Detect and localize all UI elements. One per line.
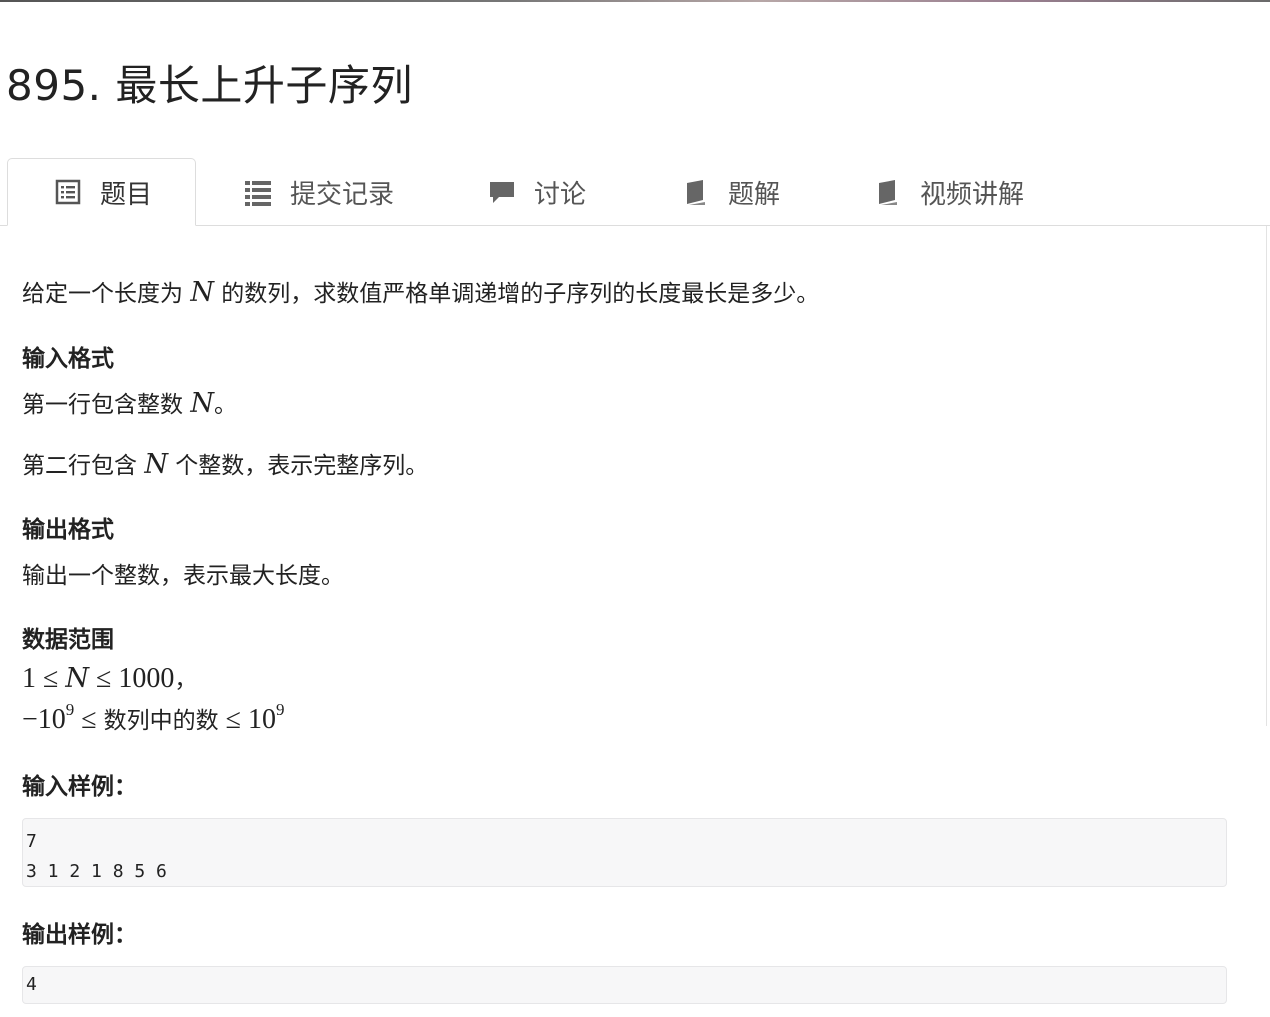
math-number: −10 [22,704,66,735]
math-exponent: 9 [276,700,285,719]
output-format-heading: 输出格式 [22,517,114,543]
input-format-line2: 第二行包含 N 个整数，表示完整序列。 [22,446,428,480]
code-line: 3 1 2 1 8 5 6 [26,861,167,882]
math-leq: ≤ [96,663,112,694]
output-format-text: 输出一个整数，表示最大长度。 [22,563,344,589]
math-number: 1 [22,663,36,694]
problem-description: 给定一个长度为 N 的数列，求数值严格单调递增的子序列的长度最长是多少。 [22,274,819,308]
page-title: 895. 最长上升子序列 [6,61,413,110]
tab-discussion[interactable]: 讨论 [488,158,586,226]
list-icon [244,178,272,206]
sample-output-heading: 输出样例： [22,922,137,948]
text: 第一行包含整数 [22,392,191,418]
description-text: 的数列，求数值严格单调递增的子序列的长度最长是多少。 [213,281,820,307]
input-format-line1: 第一行包含整数 N。 [22,385,237,419]
math-leq: ≤ [225,704,242,735]
math-text: 数列中的数 [103,708,219,733]
document-list-icon [54,178,82,206]
math-var-n: N [65,663,89,694]
tab-video[interactable]: 视频讲解 [874,158,1024,226]
code-line: 7 [26,831,37,852]
sample-output-block[interactable]: 4 [22,966,1227,1004]
sample-input-block[interactable]: 7 3 1 2 1 8 5 6 [22,818,1227,887]
tab-label: 讨论 [534,179,587,210]
text: 。 [213,392,237,418]
math-number: 10 [248,704,277,735]
data-range-heading: 数据范围 [22,627,114,653]
text: 第二行包含 [22,453,145,479]
top-gradient-bar [0,0,1270,2]
math-comma: ， [174,667,198,692]
math-leq: ≤ [81,704,97,735]
book-icon [682,178,710,206]
tab-problem[interactable]: 题目 [7,158,196,226]
tab-bar: 题目 提交记录 讨论 题解 视频讲解 [0,158,1270,226]
input-format-heading: 输入格式 [22,346,114,372]
tab-label: 题目 [100,179,153,210]
tab-submissions[interactable]: 提交记录 [244,158,394,226]
tab-label: 提交记录 [290,179,395,210]
comment-icon [488,178,516,206]
data-range-row2: −109 ≤ 数列中的数 ≤ 109 [22,700,285,736]
tab-solutions[interactable]: 题解 [682,158,780,226]
math-var-n: N [190,277,214,308]
math-number: 1000 [118,663,175,694]
book-icon [874,178,902,206]
math-var-n: N [190,388,214,419]
data-range-row1: 1 ≤ N ≤ 1000， [22,660,197,695]
text: 个整数，表示完整序列。 [167,453,429,479]
tab-label: 视频讲解 [920,179,1025,210]
panel-right-border [1266,226,1267,726]
math-leq: ≤ [43,663,59,694]
tab-label: 题解 [728,179,781,210]
code-line: 4 [26,974,37,995]
sample-input-heading: 输入样例： [22,774,137,800]
math-exponent: 9 [65,700,75,719]
math-var-n: N [144,449,168,480]
description-text: 给定一个长度为 [22,281,191,307]
